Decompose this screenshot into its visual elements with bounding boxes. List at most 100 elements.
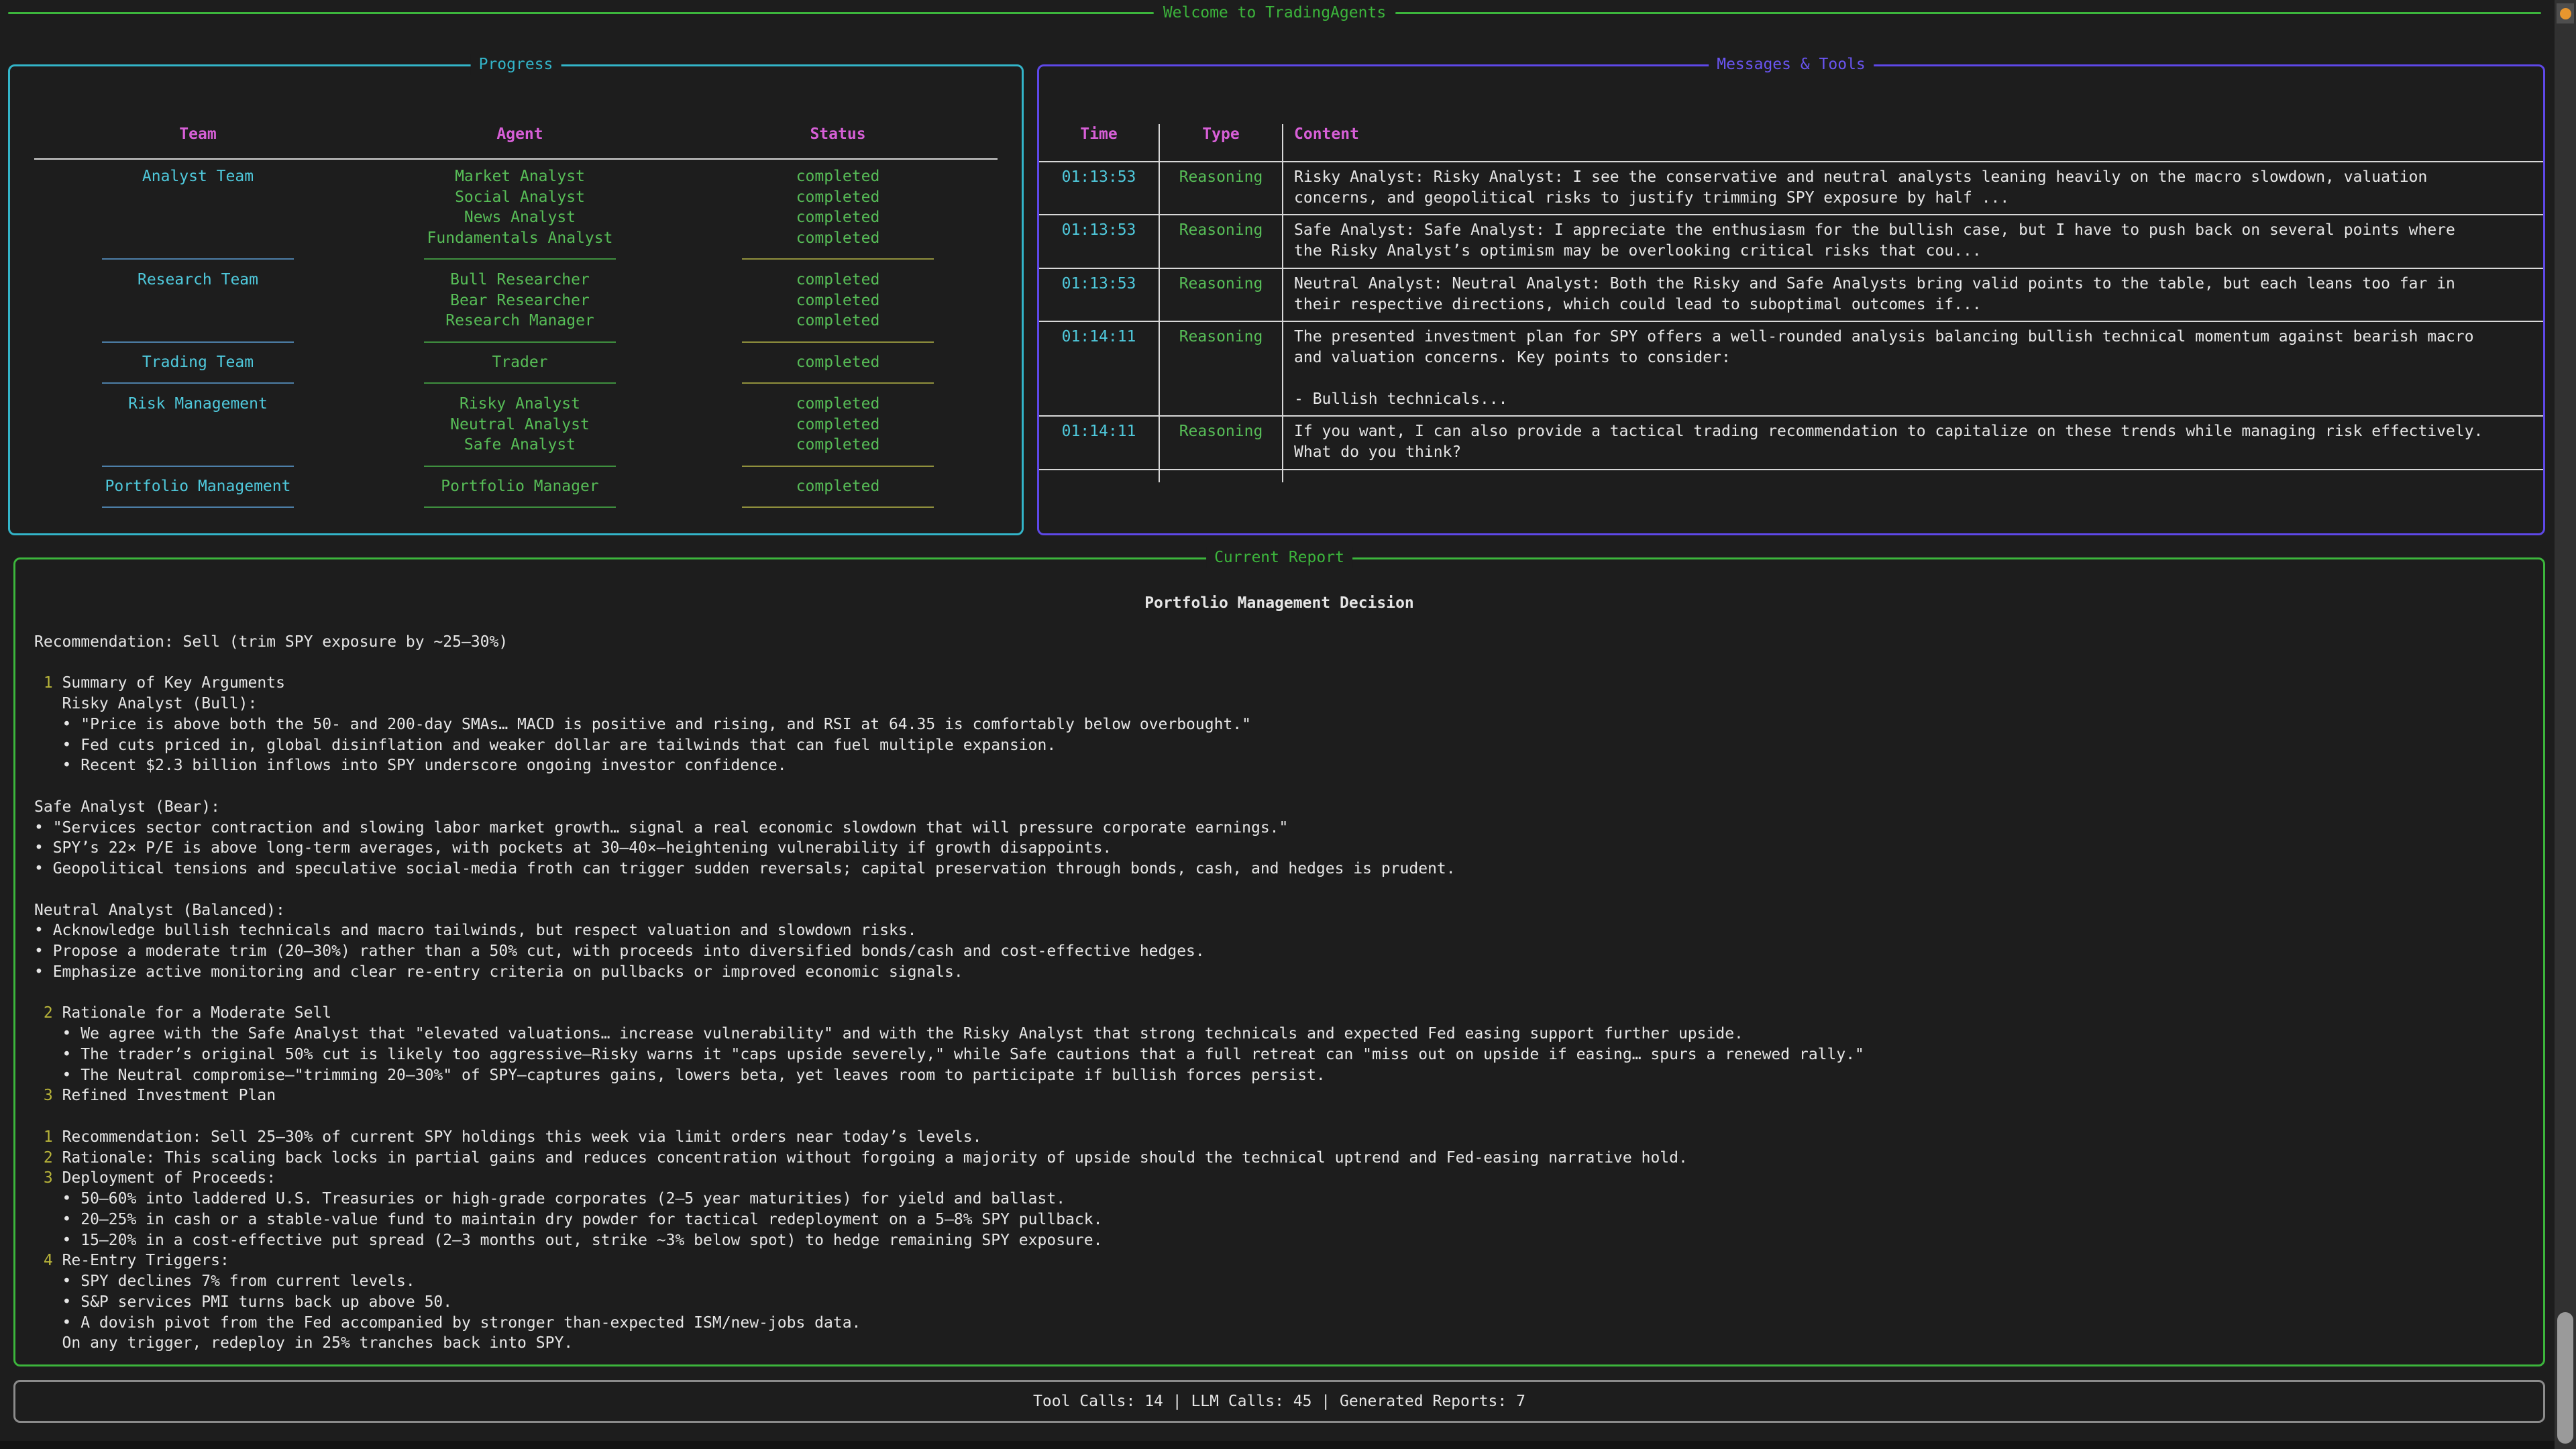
- messages-col-type: Type: [1159, 124, 1282, 161]
- report-line: [34, 776, 2543, 797]
- report-line: • The Neutral compromise—"trimming 20–30…: [34, 1065, 2543, 1086]
- report-heading: Portfolio Management Decision: [15, 593, 2543, 614]
- message-content: The presented investment plan for SPY of…: [1282, 322, 2543, 415]
- progress-team-cell: Trading Team: [10, 352, 386, 373]
- agent-name: Risky Analyst: [386, 394, 654, 415]
- report-line: [34, 1106, 2543, 1127]
- report-line: [34, 653, 2543, 674]
- report-line: • Recent $2.3 billion inflows into SPY u…: [34, 755, 2543, 776]
- report-line: • Emphasize active monitoring and clear …: [34, 962, 2543, 983]
- scroll-marker: [2557, 3, 2574, 23]
- progress-status-cell: completed: [654, 476, 1022, 497]
- list-number: 1: [44, 674, 53, 692]
- report-line: Safe Analyst (Bear):: [34, 797, 2543, 818]
- progress-group-separator: [10, 373, 1022, 394]
- message-content-line: concerns, and geopolitical risks to just…: [1294, 188, 2543, 209]
- report-line: • We agree with the Safe Analyst that "e…: [34, 1024, 2543, 1044]
- message-content: Safe Analyst: Safe Analyst: I appreciate…: [1282, 215, 2543, 268]
- message-type: Reasoning: [1159, 417, 1282, 469]
- report-panel-title: Current Report: [1206, 547, 1352, 568]
- agent-name: Research Manager: [386, 311, 654, 331]
- sep-status-line: [742, 506, 934, 508]
- status-value: completed: [654, 415, 1022, 435]
- sep-team-line: [102, 506, 294, 508]
- agent-name: Bull Researcher: [386, 270, 654, 290]
- message-time: 01:14:11: [1039, 417, 1159, 469]
- status-value: completed: [654, 352, 1022, 373]
- progress-status-cell: completedcompletedcompleted: [654, 270, 1022, 331]
- progress-panel: Progress Team Agent Status Analyst TeamM…: [8, 64, 1024, 535]
- report-line: 3 Deployment of Proceeds:: [34, 1168, 2543, 1189]
- report-line: 1 Recommendation: Sell 25–30% of current…: [34, 1127, 2543, 1148]
- progress-group-row: Research TeamBull ResearcherBear Researc…: [10, 270, 1022, 331]
- message-row: 01:14:11ReasoningThe presented investmen…: [1039, 322, 2543, 417]
- messages-panel-title: Messages & Tools: [1709, 54, 1874, 75]
- report-line: Risky Analyst (Bull):: [34, 694, 2543, 714]
- report-line: • Acknowledge bullish technicals and mac…: [34, 920, 2543, 941]
- agent-name: News Analyst: [386, 207, 654, 228]
- message-content-line: Neutral Analyst: Neutral Analyst: Both t…: [1294, 274, 2543, 294]
- progress-panel-title: Progress: [471, 54, 561, 75]
- message-row: 01:14:11Reasoning If you want, I can also…: [1039, 417, 2543, 470]
- sep-team-line: [102, 382, 294, 384]
- report-line: • Propose a moderate trim (20–30%) rathe…: [34, 941, 2543, 962]
- message-content-line: The presented investment plan for SPY of…: [1294, 327, 2543, 347]
- agent-name: Trader: [386, 352, 654, 373]
- report-body: Recommendation: Sell (trim SPY exposure …: [34, 632, 2543, 1354]
- report-line: • 20–25% in cash or a stable-value fund …: [34, 1210, 2543, 1230]
- message-content-line: If you want, I can also provide a tactic…: [1294, 421, 2543, 442]
- message-type: Reasoning: [1159, 162, 1282, 215]
- status-value: completed: [654, 166, 1022, 187]
- status-value: completed: [654, 187, 1022, 208]
- agent-name: Neutral Analyst: [386, 415, 654, 435]
- report-line: • Geopolitical tensions and speculative …: [34, 859, 2543, 879]
- progress-team-cell: Analyst Team: [10, 166, 386, 249]
- message-time: 01:13:53: [1039, 269, 1159, 321]
- message-content-line: and valuation concerns. Key points to co…: [1294, 347, 2543, 368]
- message-type: Reasoning: [1159, 215, 1282, 268]
- report-line: • Fed cuts priced in, global disinflatio…: [34, 735, 2543, 756]
- message-content-line: What do you think?: [1294, 442, 2543, 463]
- message-content-line: - Bullish technicals...: [1294, 389, 2543, 410]
- progress-table-body: Analyst TeamMarket AnalystSocial Analyst…: [10, 166, 1022, 518]
- scrollbar-thumb[interactable]: [2557, 1312, 2573, 1444]
- scrollbar-track[interactable]: [2555, 0, 2576, 1449]
- message-content: Risky Analyst: Risky Analyst: I see the …: [1282, 162, 2543, 215]
- report-line: • "Services sector contraction and slowi…: [34, 818, 2543, 839]
- app-title: Welcome to TradingAgents: [1154, 3, 1395, 23]
- sep-agent-line: [424, 506, 616, 508]
- progress-col-team: Team: [10, 124, 386, 145]
- status-value: completed: [654, 394, 1022, 415]
- message-type: Reasoning: [1159, 322, 1282, 415]
- list-number: 4: [44, 1252, 53, 1269]
- message-content: Neutral Analyst: Neutral Analyst: Both t…: [1282, 269, 2543, 321]
- progress-group-separator: [10, 249, 1022, 270]
- message-content-line: [1294, 368, 2543, 389]
- message-content: If you want, I can also provide a tactic…: [1282, 417, 2543, 469]
- progress-status-cell: completedcompletedcompleted: [654, 394, 1022, 455]
- sep-agent-line: [424, 382, 616, 384]
- report-line: [34, 879, 2543, 900]
- report-line: • S&P services PMI turns back up above 5…: [34, 1292, 2543, 1313]
- messages-table-header: Time Type Content: [1039, 124, 2543, 162]
- report-line: • 50–60% into laddered U.S. Treasuries o…: [34, 1189, 2543, 1210]
- sep-status-line: [742, 258, 934, 260]
- report-line: Neutral Analyst (Balanced):: [34, 900, 2543, 921]
- sep-status-line: [742, 466, 934, 467]
- status-value: completed: [654, 476, 1022, 497]
- progress-group-row: Risk ManagementRisky AnalystNeutral Anal…: [10, 394, 1022, 455]
- footer-stats-text: Tool Calls: 14 | LLM Calls: 45 | Generat…: [1033, 1391, 1525, 1412]
- report-line: 4 Re-Entry Triggers:: [34, 1250, 2543, 1271]
- sep-agent-line: [424, 341, 616, 343]
- progress-col-agent: Agent: [386, 124, 654, 145]
- sep-agent-line: [424, 258, 616, 260]
- status-value: completed: [654, 311, 1022, 331]
- progress-col-status: Status: [654, 124, 1022, 145]
- progress-agent-cell: Trader: [386, 352, 654, 373]
- report-line: 2 Rationale: This scaling back locks in …: [34, 1148, 2543, 1169]
- messages-col-content: Content: [1282, 124, 2543, 161]
- list-number: 3: [44, 1169, 53, 1187]
- progress-team-cell: Risk Management: [10, 394, 386, 455]
- progress-agent-cell: Portfolio Manager: [386, 476, 654, 497]
- list-number: 2: [44, 1149, 53, 1167]
